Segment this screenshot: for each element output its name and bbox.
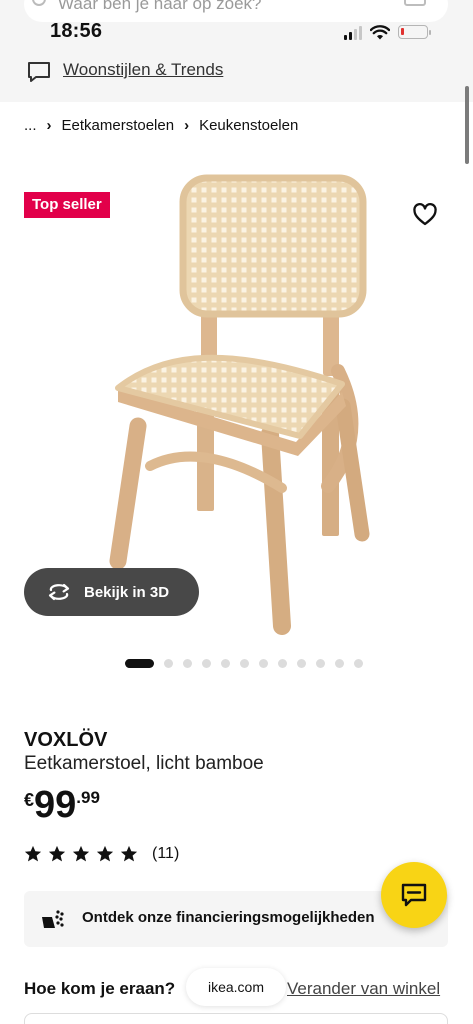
gallery-dot[interactable] — [240, 659, 249, 668]
star-icon — [24, 845, 42, 862]
breadcrumb-ellipsis[interactable]: ... — [24, 117, 37, 134]
breadcrumb-separator: › — [46, 117, 52, 134]
search-placeholder: Waar ben je naar op zoek? — [58, 0, 262, 13]
scrollbar[interactable] — [465, 86, 469, 164]
gallery-dot[interactable] — [183, 659, 192, 668]
chat-icon — [401, 883, 427, 907]
top-seller-badge: Top seller — [24, 192, 110, 218]
star-icon — [96, 845, 114, 862]
styles-trends-link[interactable]: Woonstijlen & Trends — [63, 60, 223, 80]
status-time: 18:56 — [50, 20, 103, 42]
star-icon — [120, 845, 138, 862]
gallery-dot[interactable] — [354, 659, 363, 668]
financing-label: Ontdek onze financieringsmogelijkheden — [82, 909, 375, 926]
product-rating[interactable]: (11) — [24, 845, 179, 863]
delivery-heading: Hoe kom je eraan? — [24, 979, 176, 998]
heart-icon[interactable] — [412, 203, 438, 227]
product-description: Eetkamerstoel, licht bamboe — [24, 753, 264, 774]
gallery-dot[interactable] — [297, 659, 306, 668]
product-price: € 99 .99 — [24, 784, 100, 826]
star-icon — [72, 845, 90, 862]
price-integer: 99 — [34, 784, 77, 826]
delivery-option-card[interactable] — [24, 1013, 448, 1024]
price-currency: € — [24, 790, 35, 810]
change-store-link[interactable]: Verander van winkel — [287, 979, 440, 999]
gallery-dot[interactable] — [278, 659, 287, 668]
chat-button[interactable] — [381, 862, 447, 928]
gallery-dot[interactable] — [221, 659, 230, 668]
financing-icon — [42, 910, 64, 928]
price-decimal: .99 — [76, 788, 100, 807]
gallery-dot[interactable] — [335, 659, 344, 668]
battery-icon — [398, 25, 431, 39]
chat-bubble-icon — [28, 62, 50, 82]
rotate-3d-icon — [48, 583, 70, 601]
status-icons — [344, 22, 431, 40]
signal-icon — [344, 26, 362, 40]
breadcrumb-separator: › — [184, 117, 190, 134]
rating-count: (11) — [152, 845, 180, 862]
gallery-pagination[interactable] — [125, 659, 363, 668]
breadcrumb-item-keukenstoelen[interactable]: Keukenstoelen — [199, 117, 298, 134]
browser-url[interactable]: ikea.com — [186, 968, 286, 1006]
breadcrumb: ... › Eetkamerstoelen › Keukenstoelen — [24, 117, 298, 134]
star-icon — [48, 845, 66, 862]
view-3d-button[interactable]: Bekijk in 3D — [24, 568, 199, 616]
gallery-dot[interactable] — [202, 659, 211, 668]
gallery-dot[interactable] — [125, 659, 154, 668]
gallery-dot[interactable] — [164, 659, 173, 668]
view-3d-label: Bekijk in 3D — [84, 583, 170, 601]
gallery-dot[interactable] — [259, 659, 268, 668]
gallery-dot[interactable] — [316, 659, 325, 668]
camera-search-icon[interactable] — [404, 0, 426, 6]
breadcrumb-item-eetkamerstoelen[interactable]: Eetkamerstoelen — [62, 117, 175, 134]
wifi-icon — [370, 25, 390, 40]
product-name: VOXLÖV — [24, 729, 108, 751]
